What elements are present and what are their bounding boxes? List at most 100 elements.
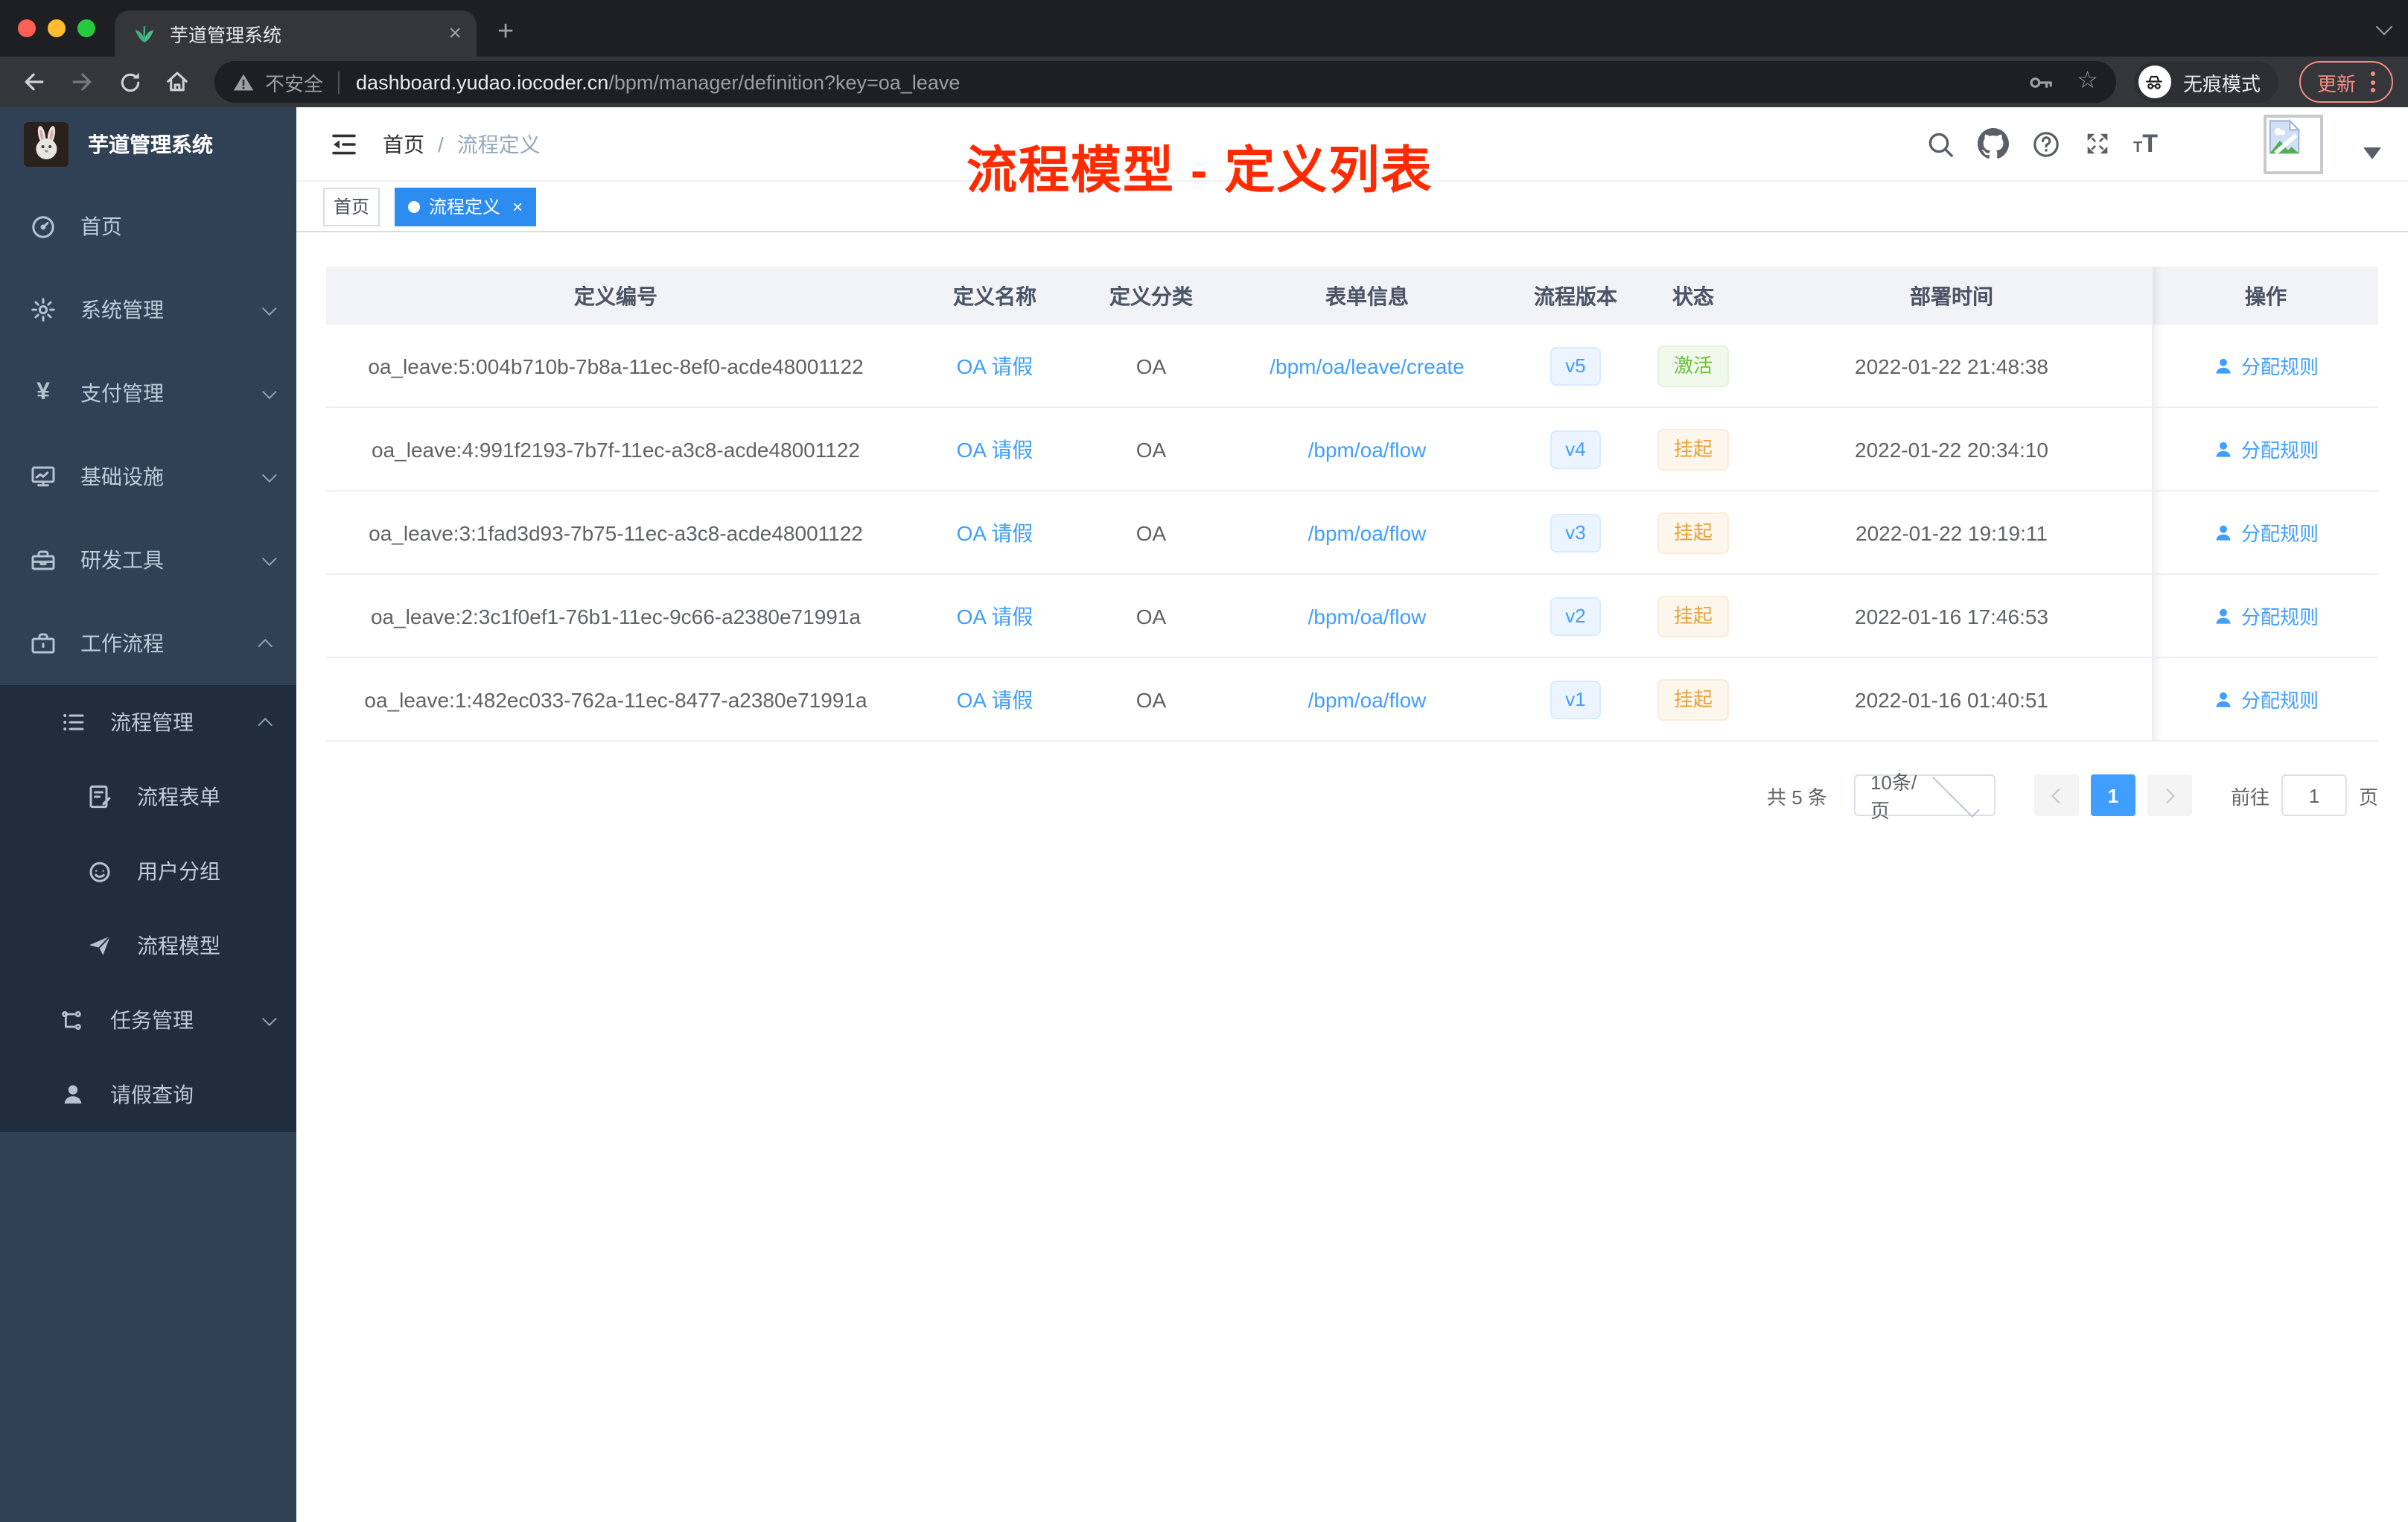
cell-definition-id: oa_leave:2:3c1f0ef1-76b1-11ec-9c66-a2380…: [370, 604, 861, 628]
sidebar-item-process-management[interactable]: 流程管理: [0, 685, 296, 760]
url-text[interactable]: dashboard.yudao.iocoder.cn/bpm/manager/d…: [356, 71, 2026, 93]
forward-icon[interactable]: [63, 63, 101, 101]
favicon-plant-icon: [133, 22, 156, 45]
assign-rule-link[interactable]: 分配规则: [2213, 602, 2319, 630]
form-info-link[interactable]: /bpm/oa/flow: [1308, 437, 1427, 461]
column-header-definition-id: 定义编号: [574, 284, 657, 308]
monitor-icon: [30, 463, 57, 490]
workflow-submenu: 流程管理 流程表单 用户分组 流程模型 任务管理 请假查询: [0, 685, 296, 1132]
cell-category: OA: [1135, 520, 1167, 544]
security-label[interactable]: 不安全: [265, 68, 323, 96]
breadcrumb-current: 流程定义: [456, 132, 541, 156]
font-size-icon[interactable]: TT: [2133, 131, 2158, 156]
goto-page-input[interactable]: [2281, 774, 2347, 816]
breadcrumb-home[interactable]: 首页: [383, 129, 424, 159]
prev-page-button[interactable]: [2033, 774, 2079, 816]
sidebar-item-user-group[interactable]: 用户分组: [0, 834, 296, 908]
status-badge: 挂起: [1657, 595, 1729, 637]
tab-search-chevron-icon[interactable]: [2375, 18, 2393, 36]
search-icon[interactable]: [1925, 129, 1955, 159]
sidebar-item-leave-query[interactable]: 请假查询: [0, 1057, 296, 1132]
avatar[interactable]: [2264, 114, 2323, 173]
sidebar-item-workflow[interactable]: 工作流程: [0, 602, 296, 685]
table-body: oa_leave:5:004b710b-7b8a-11ec-8ef0-acde4…: [326, 325, 2378, 742]
back-icon[interactable]: [15, 63, 54, 101]
help-icon[interactable]: [2030, 129, 2060, 159]
user-icon: [2216, 357, 2231, 373]
update-button[interactable]: 更新: [2299, 61, 2393, 103]
select-caret-icon: [1931, 769, 1980, 817]
minimize-window-button[interactable]: [48, 19, 66, 37]
assign-rule-link[interactable]: 分配规则: [2213, 685, 2319, 713]
tag-home[interactable]: 首页: [323, 187, 380, 226]
security-warning-icon[interactable]: [232, 71, 255, 93]
form-info-link[interactable]: /bpm/oa/flow: [1308, 687, 1427, 711]
sidebar-item-infrastructure[interactable]: 基础设施: [0, 435, 296, 518]
briefcase-icon: [30, 630, 57, 657]
browser-window: 芋道管理系统 × + 不安全 dashboard.yudao.iocoder.c…: [0, 0, 2408, 1522]
assign-rule-link[interactable]: 分配规则: [2213, 351, 2319, 380]
maximize-window-button[interactable]: [77, 19, 95, 37]
form-info-link[interactable]: /bpm/oa/flow: [1308, 520, 1427, 544]
chevron-down-icon: [261, 467, 277, 483]
new-tab-button[interactable]: +: [497, 16, 514, 49]
cell-category: OA: [1135, 437, 1167, 461]
cell-definition-id: oa_leave:5:004b710b-7b8a-11ec-8ef0-acde4…: [368, 354, 864, 378]
sidebar-item-system-management[interactable]: 系统管理: [0, 268, 296, 351]
sidebar-item-home[interactable]: 首页: [0, 185, 296, 268]
sidebar-item-process-form[interactable]: 流程表单: [0, 760, 296, 834]
page-size-select[interactable]: 10条/页: [1853, 769, 1995, 822]
chevron-right-icon: [2160, 788, 2175, 803]
password-key-icon[interactable]: [2026, 68, 2054, 96]
table-row: oa_leave:5:004b710b-7b8a-11ec-8ef0-acde4…: [326, 325, 2378, 408]
definition-name-link[interactable]: OA 请假: [957, 518, 1033, 547]
assign-rule-link[interactable]: 分配规则: [2213, 435, 2319, 463]
main-content: 定义编号 定义名称 定义分类 表单信息 流程版本 状态 部署时间 操作 oa_l…: [296, 232, 2408, 1522]
menu-kebab-icon[interactable]: [2371, 71, 2375, 92]
user-icon: [2216, 524, 2231, 540]
definition-name-link[interactable]: OA 请假: [957, 601, 1033, 631]
fullscreen-icon[interactable]: [2083, 130, 2111, 158]
tag-close-icon[interactable]: ×: [512, 196, 523, 217]
home-icon[interactable]: [158, 63, 197, 101]
definition-name-link[interactable]: OA 请假: [957, 684, 1033, 714]
sidebar-collapse-icon[interactable]: [329, 129, 359, 159]
cell-category: OA: [1135, 687, 1167, 711]
sidebar-item-dev-tools[interactable]: 研发工具: [0, 518, 296, 602]
user-icon: [2216, 608, 2231, 623]
sidebar-item-task-management[interactable]: 任务管理: [0, 983, 296, 1057]
app-logo-row[interactable]: 芋道管理系统: [0, 107, 296, 182]
close-window-button[interactable]: [18, 19, 36, 37]
cell-definition-id: oa_leave:4:991f2193-7b7f-11ec-a3c8-acde4…: [372, 437, 860, 461]
dashboard-icon: [30, 213, 57, 240]
definition-name-link[interactable]: OA 请假: [957, 351, 1033, 380]
omnibox-divider: [338, 71, 340, 93]
tab-close-icon[interactable]: ×: [448, 22, 462, 45]
assign-rule-link[interactable]: 分配规则: [2213, 518, 2319, 547]
column-header-deploy-time: 部署时间: [1910, 284, 1993, 308]
definition-name-link[interactable]: OA 请假: [957, 434, 1033, 464]
yen-icon: ¥: [36, 380, 50, 405]
active-tag-dot: [408, 200, 421, 212]
goto-label: 前往: [2230, 786, 2270, 808]
pagination: 共 5 条 10条/页 1 前往 页: [326, 769, 2378, 822]
cell-deploy-time: 2022-01-22 21:48:38: [1855, 354, 2048, 378]
reload-icon[interactable]: [110, 63, 149, 101]
tab-title: 芋道管理系统: [170, 25, 282, 46]
app-logo-avatar: [24, 122, 69, 167]
browser-tab[interactable]: 芋道管理系统 ×: [115, 10, 477, 57]
window-controls: [18, 19, 95, 37]
cell-deploy-time: 2022-01-16 01:40:51: [1855, 687, 2048, 711]
tag-process-definition[interactable]: 流程定义 ×: [395, 187, 537, 226]
next-page-button[interactable]: [2147, 774, 2192, 816]
avatar-dropdown-caret-icon[interactable]: [2363, 147, 2381, 159]
sidebar-item-process-model[interactable]: 流程模型: [0, 908, 296, 983]
form-info-link[interactable]: /bpm/oa/flow: [1308, 604, 1427, 628]
address-bar[interactable]: 不安全 dashboard.yudao.iocoder.cn/bpm/manag…: [214, 61, 2116, 103]
form-info-link[interactable]: /bpm/oa/leave/create: [1270, 354, 1465, 378]
bookmark-star-icon[interactable]: ☆: [2077, 69, 2098, 94]
sidebar-item-payment-management[interactable]: ¥ 支付管理: [0, 351, 296, 435]
gear-icon: [30, 296, 57, 323]
page-number-1[interactable]: 1: [2090, 774, 2135, 816]
github-icon[interactable]: [1977, 128, 2008, 159]
